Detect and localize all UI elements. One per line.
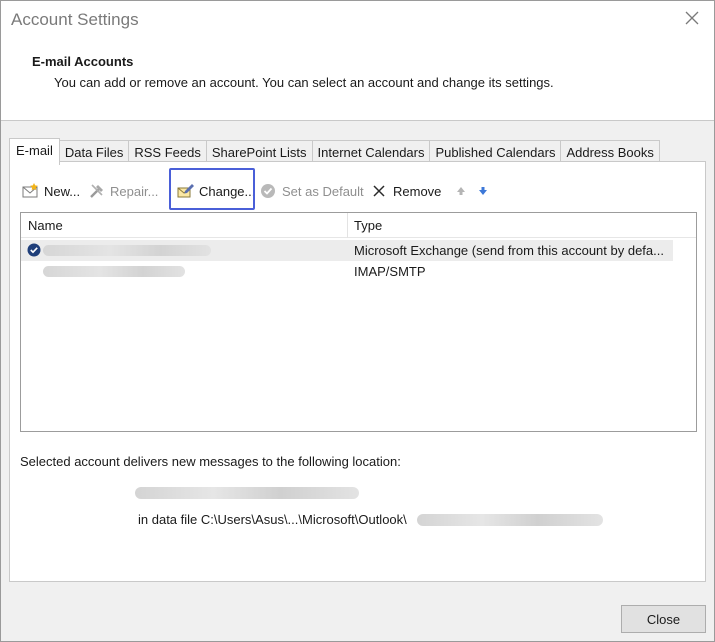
- remove-button[interactable]: Remove: [371, 180, 441, 202]
- set-as-default-button[interactable]: Set as Default: [260, 180, 364, 202]
- accounts-list-header: Name Type: [21, 213, 696, 238]
- new-button[interactable]: New...: [22, 180, 80, 202]
- column-header-name[interactable]: Name: [28, 218, 63, 233]
- change-button-highlight: [169, 168, 255, 210]
- close-icon[interactable]: [684, 10, 700, 26]
- arrow-up-icon: [452, 182, 470, 200]
- close-button-label: Close: [646, 611, 681, 627]
- remove-x-icon: [371, 182, 389, 200]
- new-button-label: New...: [44, 183, 81, 199]
- redacted-account-name: [43, 245, 211, 256]
- tab-strip: E-mail Data Files RSS Feeds SharePoint L…: [9, 138, 660, 165]
- account-type: IMAP/SMTP: [354, 264, 426, 279]
- account-row[interactable]: Microsoft Exchange (send from this accou…: [21, 240, 673, 261]
- remove-button-label: Remove: [393, 183, 442, 199]
- window-title: Account Settings: [11, 10, 139, 29]
- account-row[interactable]: IMAP/SMTP: [21, 261, 673, 282]
- repair-button[interactable]: Repair...: [88, 180, 158, 202]
- set-as-default-label: Set as Default: [282, 183, 364, 199]
- redacted-account-name: [43, 266, 185, 277]
- account-toolbar: New... Repair... Change... Set as Defaul…: [20, 168, 700, 210]
- header: E-mail Accounts You can add or remove an…: [1, 39, 714, 121]
- delivery-location-label: Selected account delivers new messages t…: [20, 454, 401, 469]
- header-title: E-mail Accounts: [32, 54, 134, 69]
- redacted-data-file-name: [417, 514, 603, 526]
- account-settings-window: Account Settings E-mail Accounts You can…: [0, 0, 715, 642]
- column-header-type[interactable]: Type: [354, 218, 382, 233]
- redacted-inbox-path: [135, 487, 359, 499]
- new-account-icon: [22, 182, 40, 200]
- tab-email[interactable]: E-mail: [9, 138, 60, 165]
- data-file-path-text: in data file C:\Users\Asus\...\Microsoft…: [138, 512, 407, 527]
- repair-button-label: Repair...: [110, 183, 159, 199]
- accounts-list: Name Type Microsoft Exchange (send from …: [20, 212, 697, 432]
- arrow-down-icon: [474, 182, 492, 200]
- default-account-check-icon: [27, 243, 41, 257]
- close-button[interactable]: Close: [621, 605, 706, 633]
- email-tab-panel: New... Repair... Change... Set as Defaul…: [9, 161, 706, 582]
- title-bar: Account Settings: [1, 1, 714, 39]
- header-subtitle: You can add or remove an account. You ca…: [54, 75, 554, 90]
- move-up-button[interactable]: [452, 180, 474, 202]
- repair-tools-icon: [88, 182, 106, 200]
- data-file-path: in data file C:\Users\Asus\...\Microsoft…: [138, 512, 407, 527]
- account-type: Microsoft Exchange (send from this accou…: [354, 243, 664, 258]
- column-divider[interactable]: [347, 213, 348, 238]
- check-circle-icon: [260, 182, 278, 200]
- move-down-button[interactable]: [474, 180, 496, 202]
